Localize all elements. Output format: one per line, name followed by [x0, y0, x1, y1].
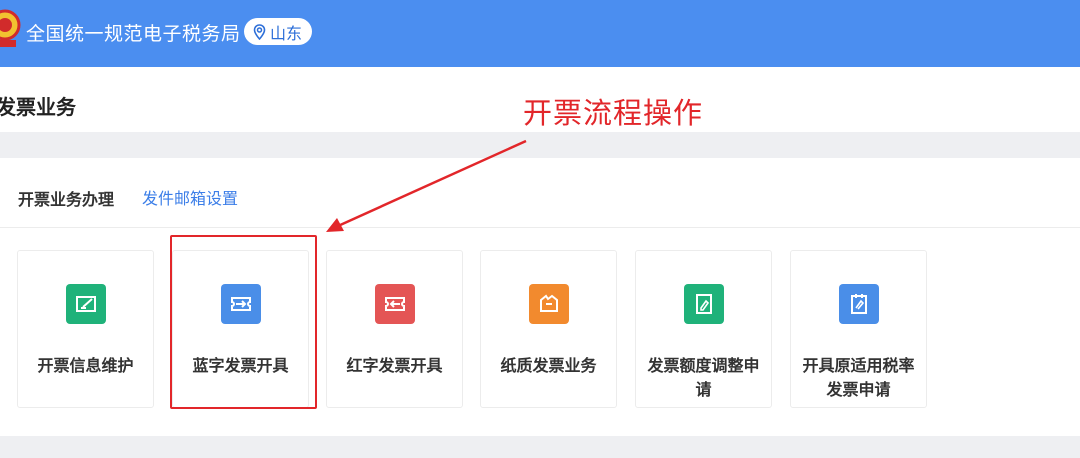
email-settings-link[interactable]: 发件邮箱设置 — [142, 185, 238, 209]
region-selector[interactable]: 山东 — [244, 18, 313, 45]
card-label: 纸质发票业务 — [500, 356, 597, 375]
card-label: 开具原适用税率发票申请 — [802, 356, 915, 399]
location-pin-icon — [253, 23, 266, 40]
section-title: 开票业务办理 — [18, 190, 115, 209]
card-blue-invoice-issue[interactable]: 蓝字发票开具 — [172, 250, 309, 408]
page-title: 发票业务 — [0, 95, 76, 119]
edit-ticket-icon — [65, 284, 106, 324]
tax-emblem-icon — [0, 9, 21, 47]
card-paper-invoice-business[interactable]: 纸质发票业务 — [480, 250, 617, 408]
card-red-invoice-issue[interactable]: 红字发票开具 — [326, 250, 463, 408]
card-label: 红字发票开具 — [346, 356, 443, 375]
app-title: 全国统一规范电子税务局 — [26, 23, 241, 45]
invoice-business-panel: 开票业务办理 发件邮箱设置 开票信息维护 蓝字发票开具 红字发票开具 纸质发票业… — [0, 158, 1080, 436]
card-invoice-info-maintenance[interactable]: 开票信息维护 — [17, 250, 154, 408]
panel-header: 开票业务办理 发件邮箱设置 — [0, 158, 1080, 228]
card-label: 开票信息维护 — [37, 356, 134, 375]
quota-adjust-icon — [683, 284, 724, 324]
tax-rate-apply-icon — [838, 284, 879, 324]
card-label: 蓝字发票开具 — [192, 356, 289, 375]
annotation-text: 开票流程操作 — [523, 96, 704, 130]
return-ticket-icon — [374, 284, 415, 324]
issue-ticket-icon — [220, 284, 261, 324]
paper-invoice-icon — [528, 284, 569, 324]
card-original-tax-rate-apply[interactable]: 开具原适用税率发票申请 — [790, 250, 927, 408]
card-label: 发票额度调整申请 — [647, 356, 760, 399]
region-label: 山东 — [270, 23, 303, 43]
top-bar: 全国统一规范电子税务局 山东 — [0, 0, 1080, 67]
card-quota-adjust-apply[interactable]: 发票额度调整申请 — [635, 250, 772, 408]
